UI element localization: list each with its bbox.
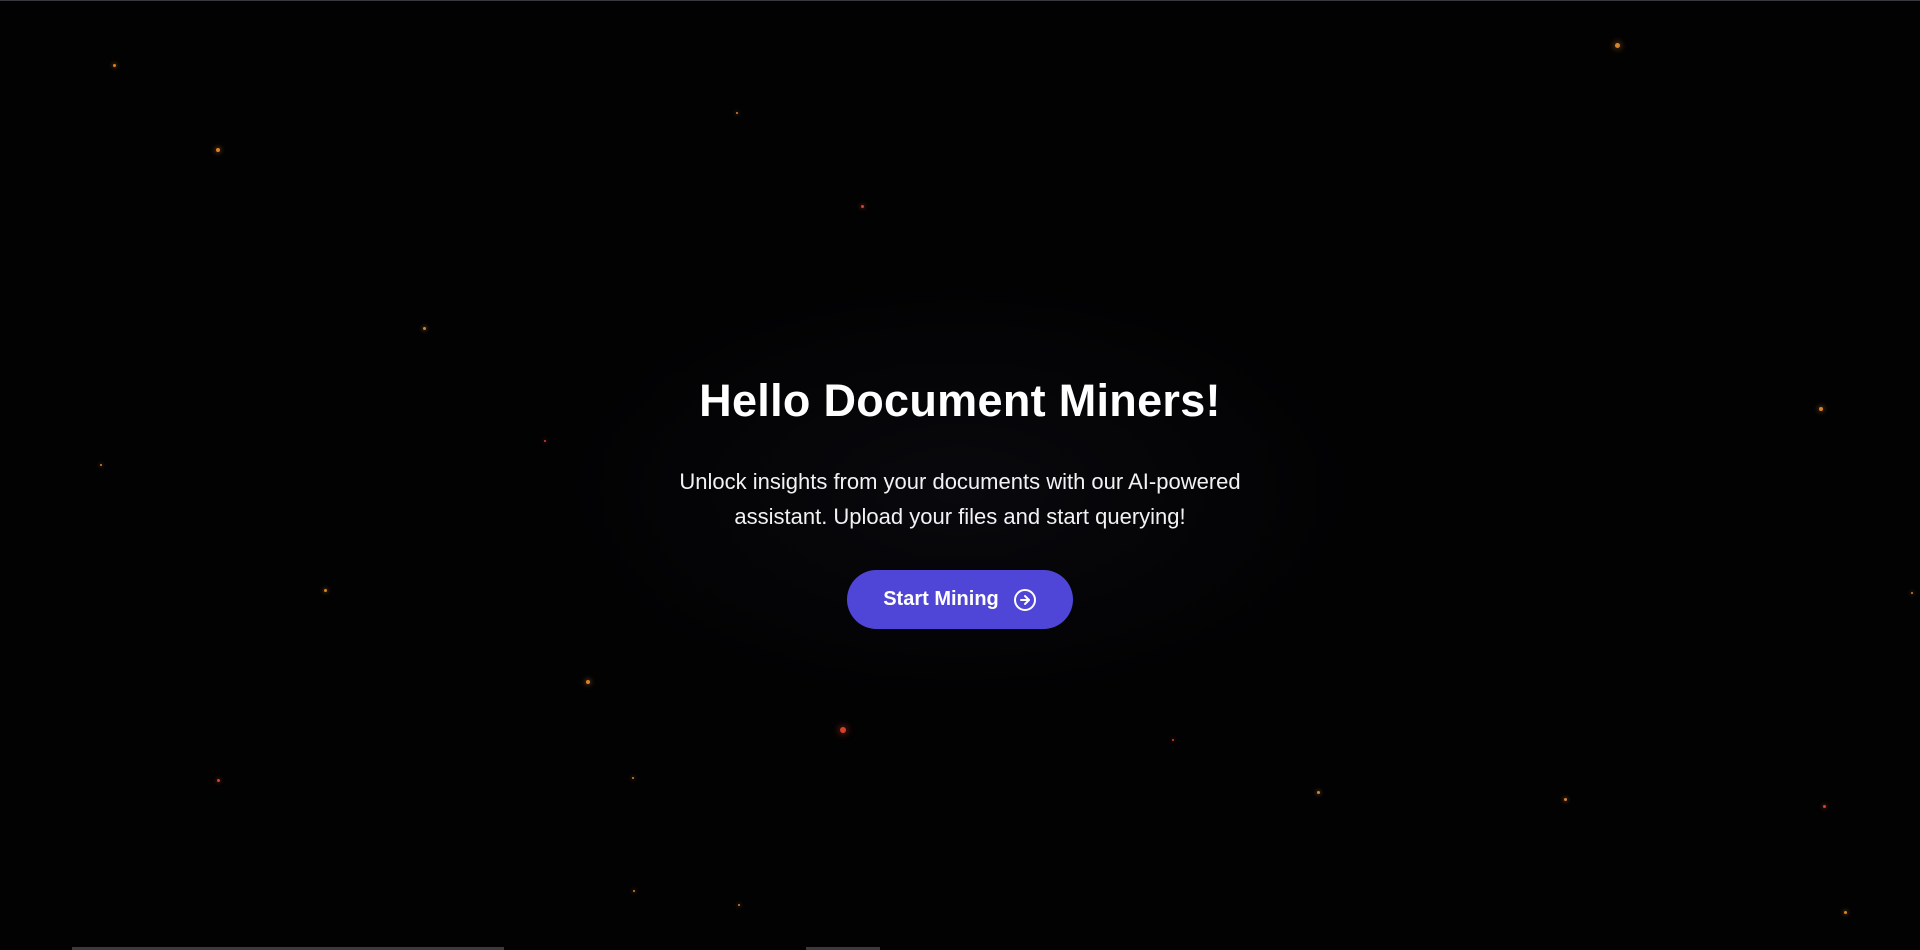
star-particle bbox=[736, 112, 738, 114]
star-particle bbox=[216, 778, 220, 782]
star-particle bbox=[840, 727, 846, 733]
landing-page: Hello Document Miners! Unlock insights f… bbox=[0, 0, 1920, 950]
arrow-right-circle-icon bbox=[1013, 588, 1037, 612]
star-particle bbox=[422, 326, 426, 330]
hero-title: Hello Document Miners! bbox=[699, 375, 1221, 426]
star-particle bbox=[860, 204, 864, 208]
star-particle bbox=[633, 890, 635, 892]
star-particle bbox=[216, 148, 220, 152]
star-particle bbox=[1563, 797, 1567, 801]
hero-section: Hello Document Miners! Unlock insights f… bbox=[0, 373, 1920, 629]
star-particle bbox=[738, 904, 740, 906]
start-mining-label: Start Mining bbox=[883, 588, 999, 610]
star-particle bbox=[586, 680, 590, 684]
star-particle bbox=[1614, 42, 1620, 48]
hero-subtitle: Unlock insights from your documents with… bbox=[679, 469, 1241, 529]
star-particle bbox=[112, 63, 116, 67]
star-particle bbox=[1843, 910, 1847, 914]
star-particle bbox=[1822, 804, 1826, 808]
star-particle bbox=[1316, 790, 1320, 794]
start-mining-button[interactable]: Start Mining bbox=[847, 570, 1073, 629]
star-particle bbox=[632, 777, 634, 779]
star-particle bbox=[1172, 739, 1174, 741]
